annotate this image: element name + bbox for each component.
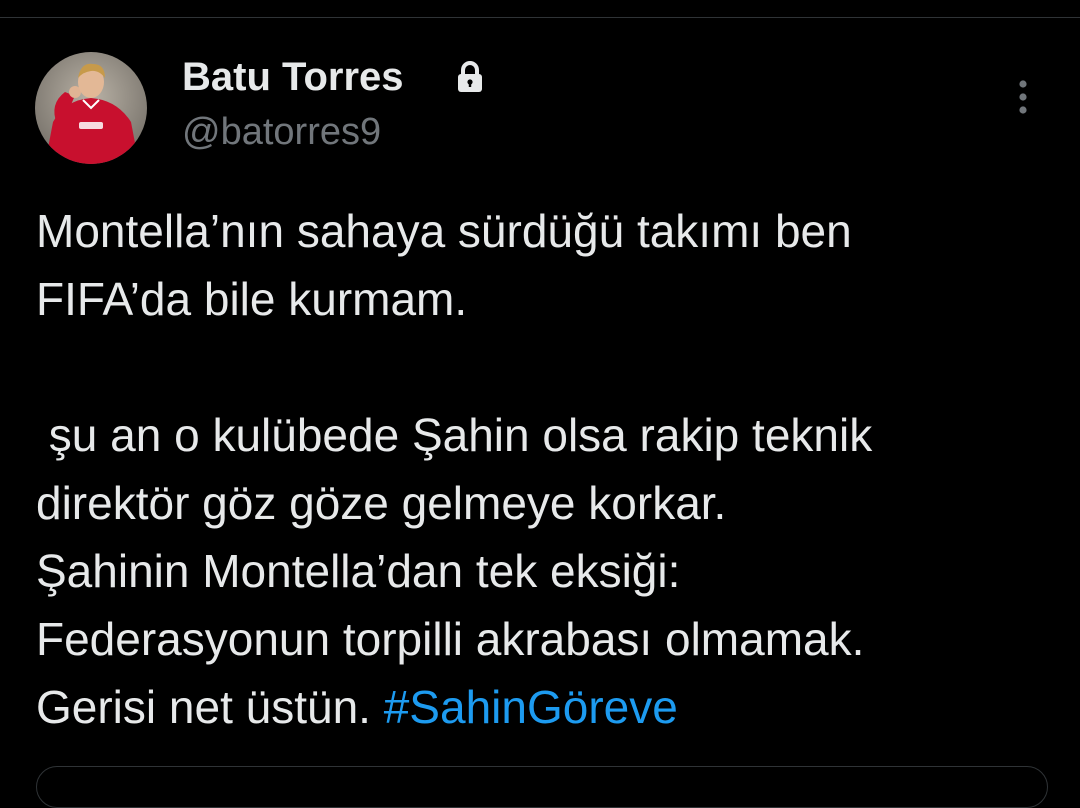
tweet-text-line: [36, 333, 1066, 401]
tweet-text-fragment: Gerisi net üstün.: [36, 681, 384, 733]
tweet-text-line: Montella’nın sahaya sürdüğü takımı ben: [36, 205, 852, 257]
more-vertical-icon[interactable]: [1008, 78, 1038, 118]
tweet-text-line-last: Gerisi net üstün. #SahinGöreve: [36, 673, 1066, 741]
tweet-text-line: şu an o kulübede Şahin olsa rakip teknik: [36, 409, 873, 461]
lock-icon: [454, 60, 486, 94]
author-handle[interactable]: @batorres9: [182, 110, 381, 154]
author-display-name[interactable]: Batu Torres: [182, 55, 404, 99]
tweet-text-line: direktör göz göze gelmeye korkar.: [36, 477, 727, 529]
tweet-text: Montella’nın sahaya sürdüğü takımı ben FI…: [36, 197, 1066, 741]
tweet-text-line: Şahinin Montella’dan tek eksiği:: [36, 545, 681, 597]
hashtag-link[interactable]: #SahinGöreve: [384, 681, 678, 733]
avatar-image: [35, 52, 147, 164]
avatar[interactable]: [35, 52, 147, 164]
tweet-text-line: Federasyonun torpilli akrabası olmamak.: [36, 613, 865, 665]
embedded-card-edge[interactable]: [36, 766, 1048, 808]
tweet-text-line: FIFA’da bile kurmam.: [36, 273, 468, 325]
top-divider: [0, 17, 1080, 18]
